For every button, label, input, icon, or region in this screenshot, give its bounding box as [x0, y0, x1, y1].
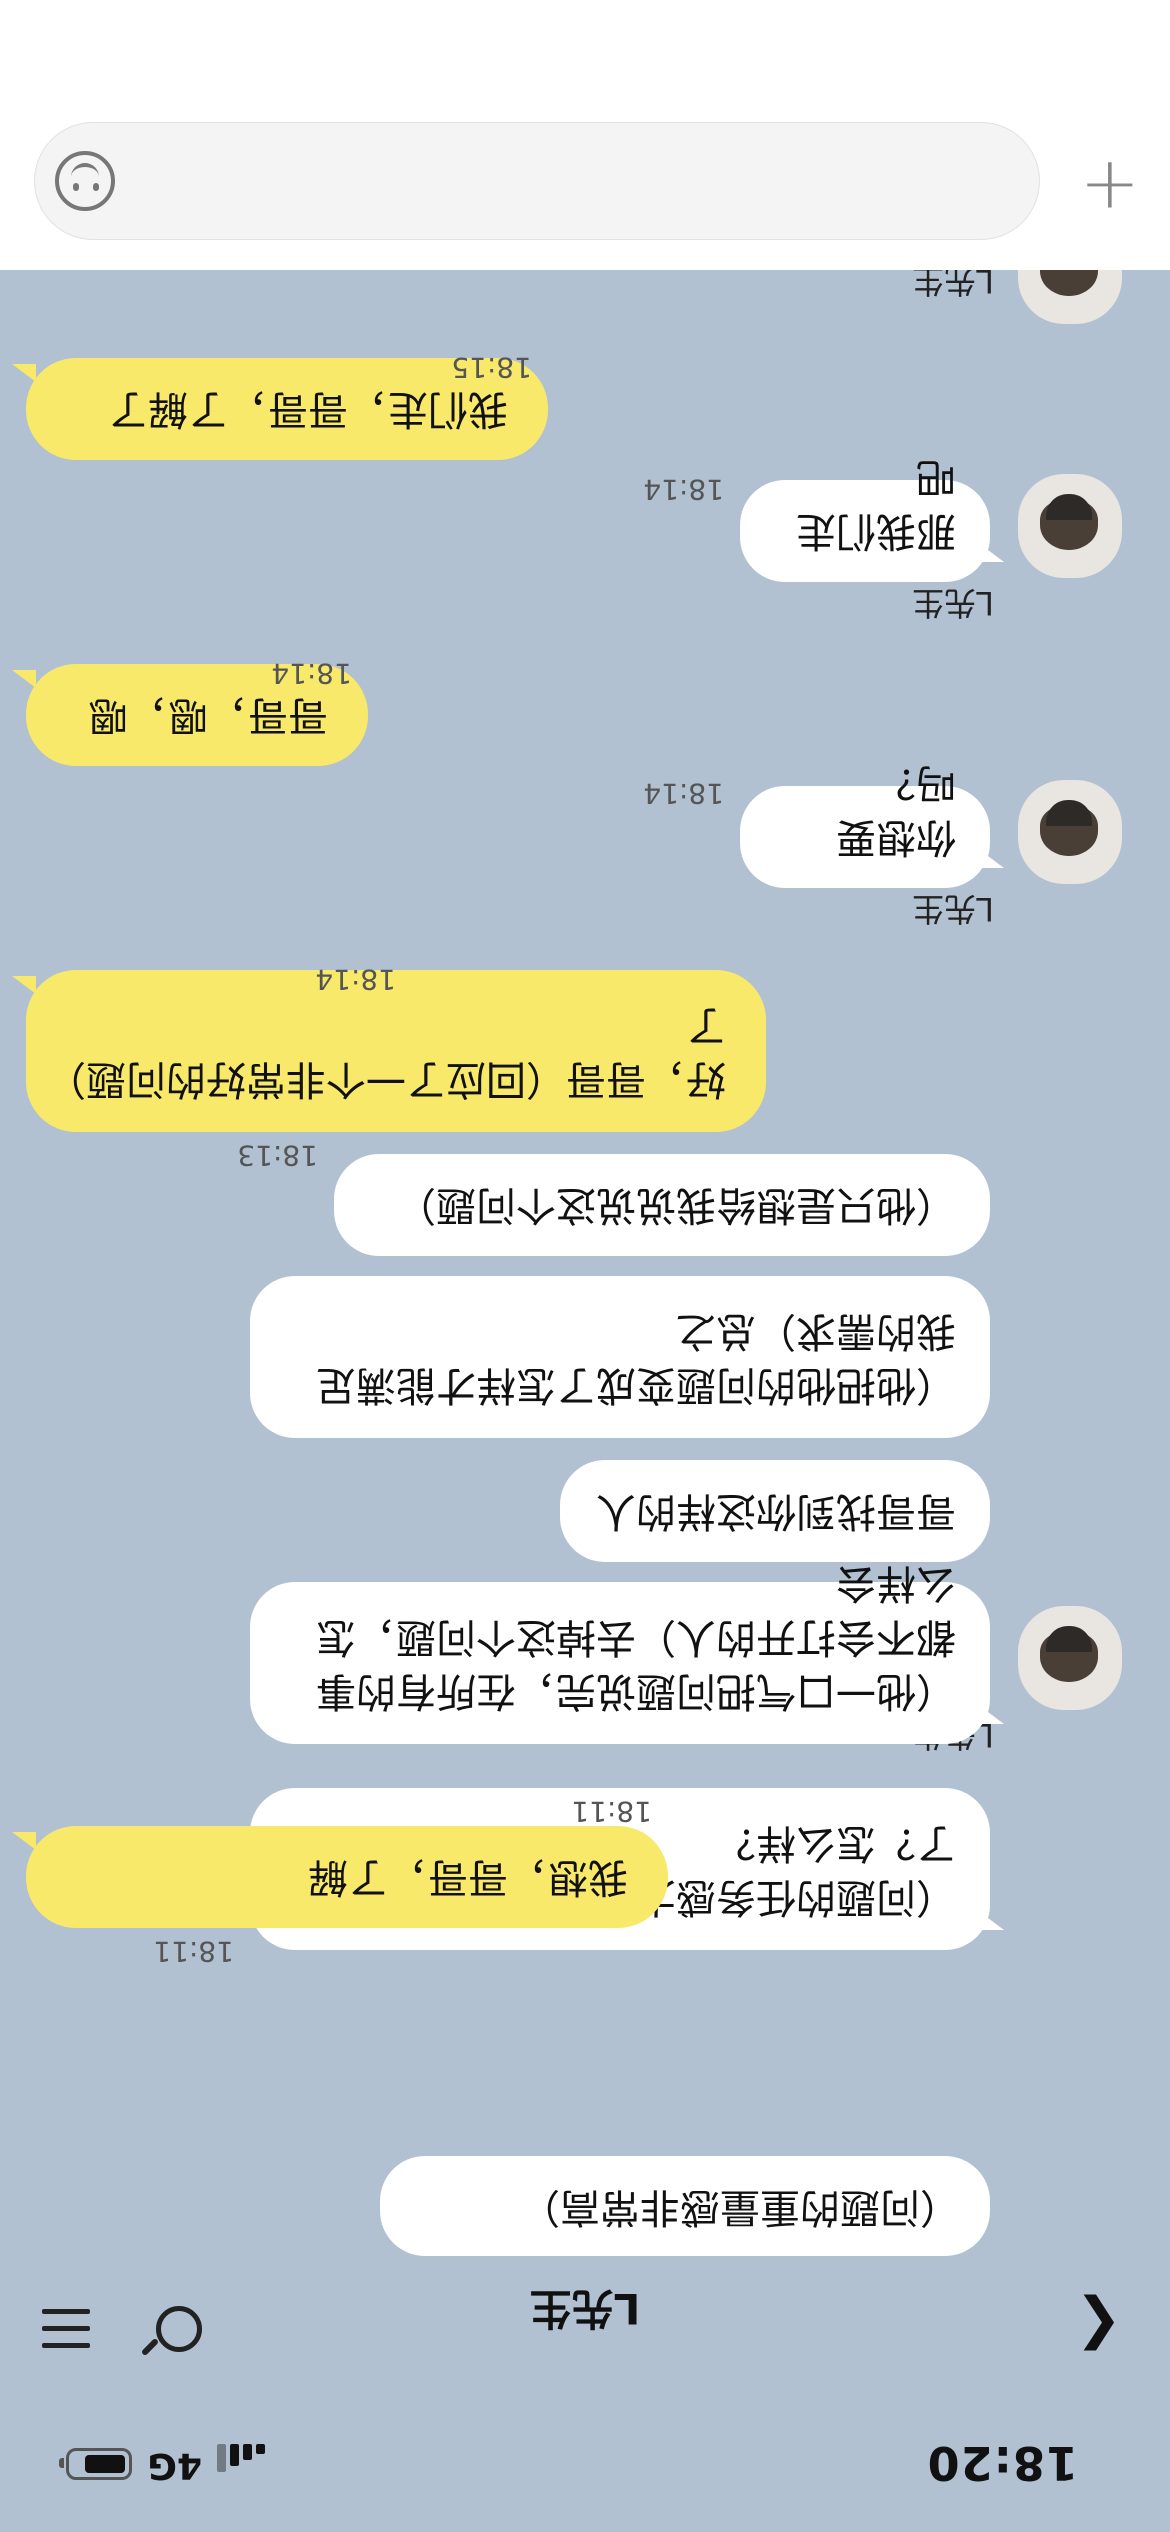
message-time: 18:14	[315, 963, 396, 996]
message-bubble[interactable]: （他一口气把问题说完，在所有的事都不会打开的人）去掉这个问题，怎么样会	[250, 1560, 990, 1744]
message-bubble[interactable]: 那我们走吧	[740, 454, 990, 582]
message-time: 18:14	[643, 777, 724, 810]
emoji-icon[interactable]	[55, 151, 115, 211]
sender-name: L先生	[912, 584, 994, 622]
message-text: 哥哥，嗯，嗯	[88, 692, 328, 738]
input-bar: +	[0, 0, 1170, 270]
message-time: 18:14	[643, 473, 724, 506]
message-time: 18:14	[271, 657, 352, 690]
message-text: （他只是想给我说说这个问题）	[396, 1182, 956, 1228]
message-time: 18:11	[571, 1795, 652, 1828]
avatar[interactable]	[1018, 474, 1122, 578]
message-text: （问题的重量感非常高）	[520, 2184, 960, 2230]
message-bubble[interactable]: 哥哥找到你这样的人	[560, 1460, 990, 1562]
message-bubble[interactable]: 我想，哥哥，了解	[26, 1826, 668, 1928]
message-bubble[interactable]: 好，哥哥（回应了一个非常好的问题）了	[26, 970, 766, 1132]
message-input[interactable]	[34, 122, 1040, 240]
plus-icon[interactable]: +	[1080, 145, 1140, 229]
avatar[interactable]	[1018, 1606, 1122, 1710]
message-time: 18:11	[153, 1935, 234, 1968]
message-text: 我们走，哥哥，了解了	[108, 386, 508, 432]
message-bubble[interactable]: （他把他的问题变成了怎样才能满足我的需求）总之	[250, 1276, 990, 1438]
message-text: 我想，哥哥，了解	[308, 1854, 628, 1900]
message-time: 18:13	[237, 1139, 318, 1172]
message-bubble[interactable]: （问题的重量感非常高）	[380, 2156, 990, 2256]
message-text: （他把他的问题变成了怎样才能满足我的需求）总之	[316, 1308, 956, 1408]
message-time: 18:15	[451, 351, 532, 384]
message-text: 你想要吗？	[836, 760, 956, 860]
message-text: （他一口气把问题说完，在所有的事都不会打开的人）去掉这个问题，怎么样会	[316, 1560, 956, 1714]
message-text: 那我们走吧	[796, 454, 956, 554]
avatar[interactable]	[1018, 780, 1122, 884]
chat-area[interactable]: （问题的重量感非常高） （问题的任务感太明显了）会不会忘了？怎么样？ 18:11…	[0, 0, 1170, 2532]
screen: 18:20 4G ❮ L先生 （问题的重量感非常高） （问题的任务感太明显了）会…	[0, 0, 1170, 2532]
message-bubble[interactable]: 你想要吗？	[740, 760, 990, 888]
message-text: 好，哥哥（回应了一个非常好的问题）了	[66, 1002, 726, 1102]
message-bubble[interactable]: （他只是想给我说说这个问题）	[334, 1154, 990, 1256]
message-text: 哥哥找到你这样的人	[596, 1488, 956, 1534]
sender-name: L先生	[912, 890, 994, 928]
